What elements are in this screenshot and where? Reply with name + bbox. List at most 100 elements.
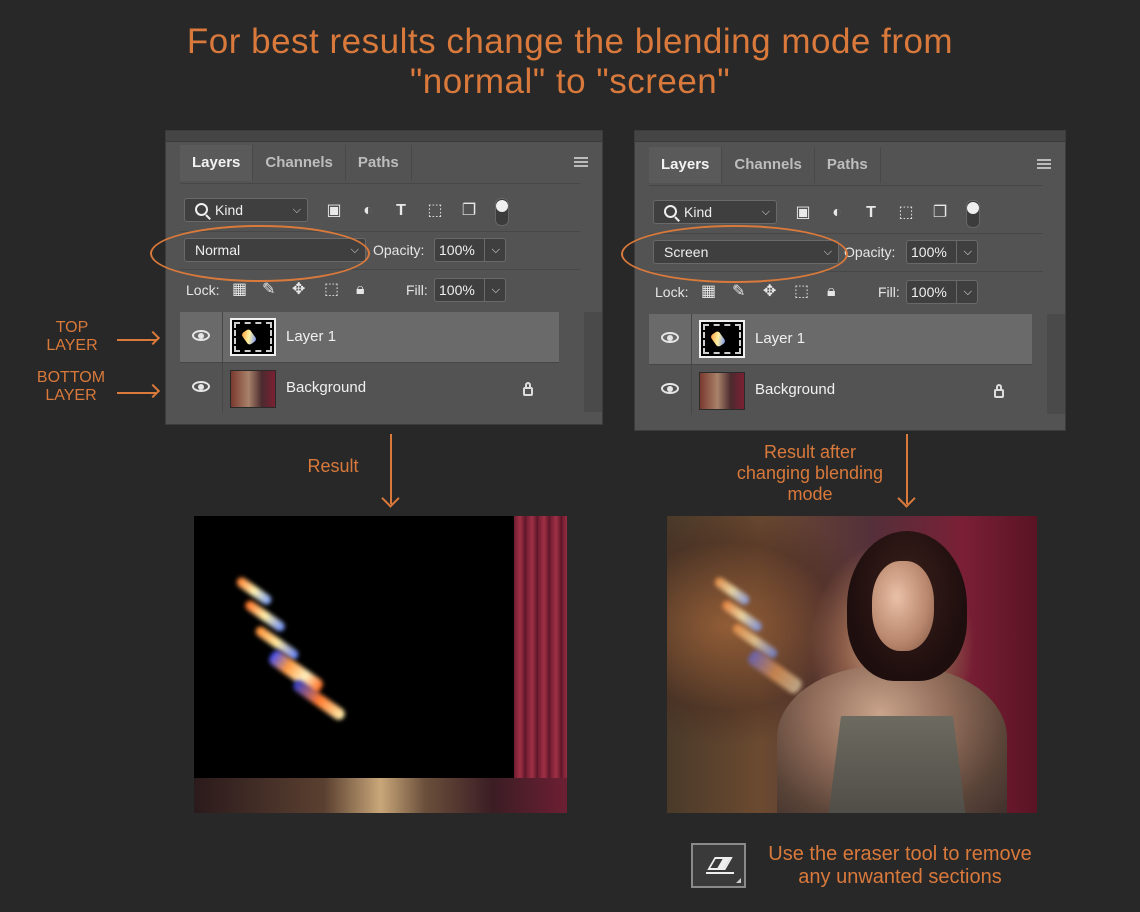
lock-all-icon[interactable]: 🔒︎ bbox=[356, 278, 365, 302]
bottom-layer-label: BOTTOM LAYER bbox=[28, 369, 114, 405]
portrait-face bbox=[872, 561, 934, 651]
lock-icon bbox=[523, 382, 533, 396]
shape-filter-icon[interactable]: ⬚ bbox=[897, 204, 915, 222]
panel-top-strip bbox=[166, 131, 602, 142]
result-image-screen bbox=[667, 516, 1037, 813]
chevron-down-icon: ⌵ bbox=[491, 244, 500, 256]
smart-object-filter-icon[interactable]: ❐ bbox=[460, 202, 478, 220]
layer-row-background[interactable]: Background bbox=[180, 362, 559, 413]
chevron-down-icon: ⌵ bbox=[963, 286, 972, 298]
filter-kind-label: Kind bbox=[215, 202, 244, 218]
tab-channels[interactable]: Channels bbox=[722, 147, 815, 183]
adjustment-filter-icon[interactable]: ◐ bbox=[359, 202, 377, 220]
fill-value: 100% bbox=[439, 282, 475, 298]
filter-kind-dropdown[interactable]: Kind ⌵ bbox=[653, 200, 777, 224]
layer-name: Background bbox=[755, 381, 836, 398]
panel-tabs: Layers Channels Paths bbox=[649, 147, 881, 183]
divider bbox=[691, 314, 692, 364]
fill-label: Fill: bbox=[878, 284, 900, 300]
divider bbox=[956, 241, 957, 263]
opacity-field[interactable]: 100% ⌵ bbox=[434, 238, 506, 262]
lock-artboard-icon[interactable]: ⬚ bbox=[794, 280, 809, 304]
result-image-normal bbox=[194, 516, 567, 813]
background-strip bbox=[194, 778, 567, 813]
background-curtain bbox=[514, 516, 567, 778]
divider bbox=[484, 239, 485, 261]
eye-icon[interactable] bbox=[192, 381, 210, 392]
lock-label: Lock: bbox=[186, 282, 220, 298]
lock-transparency-icon[interactable]: ▦ bbox=[701, 280, 716, 304]
eraser-note-line-1: Use the eraser tool to remove bbox=[768, 843, 1032, 865]
lock-position-icon[interactable]: ✥ bbox=[292, 278, 305, 302]
lock-icon bbox=[994, 384, 1004, 398]
bottom-layer-label-line-1: BOTTOM bbox=[36, 369, 106, 386]
image-filter-icon[interactable]: ▣ bbox=[325, 202, 343, 220]
arrow-down-icon bbox=[390, 434, 392, 504]
opacity-label: Opacity: bbox=[373, 242, 425, 258]
scrollbar[interactable] bbox=[584, 312, 602, 412]
lock-all-icon[interactable]: 🔒︎ bbox=[827, 280, 836, 304]
opacity-field[interactable]: 100% ⌵ bbox=[906, 240, 978, 264]
arrow-right-icon bbox=[117, 339, 157, 341]
tab-paths[interactable]: Paths bbox=[815, 147, 881, 183]
type-filter-icon[interactable]: T bbox=[392, 202, 410, 220]
lock-position-icon[interactable]: ✥ bbox=[763, 280, 776, 304]
tab-paths[interactable]: Paths bbox=[346, 145, 412, 181]
arrow-down-icon bbox=[906, 434, 908, 504]
result-after-caption-line-2: changing blending bbox=[736, 463, 884, 483]
divider bbox=[691, 365, 692, 415]
opacity-value: 100% bbox=[439, 242, 475, 258]
fill-field[interactable]: 100% ⌵ bbox=[906, 280, 978, 304]
layer-row-layer-1[interactable]: Layer 1 bbox=[649, 314, 1032, 364]
adjustment-filter-icon[interactable]: ◐ bbox=[828, 204, 846, 222]
layer-name: Layer 1 bbox=[755, 330, 806, 347]
divider bbox=[649, 185, 1043, 186]
eye-icon[interactable] bbox=[192, 330, 210, 341]
layer-thumbnail bbox=[230, 318, 276, 356]
layer-row-layer-1[interactable]: Layer 1 bbox=[180, 312, 559, 362]
eraser-tool-button[interactable] bbox=[691, 843, 746, 888]
layer-name: Background bbox=[286, 379, 367, 396]
tab-layers[interactable]: Layers bbox=[649, 147, 723, 183]
layer-row-background[interactable]: Background bbox=[649, 364, 1032, 415]
result-caption: Result bbox=[307, 456, 359, 476]
panel-menu-icon[interactable] bbox=[1037, 159, 1051, 169]
divider bbox=[180, 183, 580, 184]
image-filter-icon[interactable]: ▣ bbox=[794, 204, 812, 222]
bottom-layer-label-line-2: LAYER bbox=[45, 387, 97, 404]
eye-icon[interactable] bbox=[661, 332, 679, 343]
result-after-caption-line-3: mode bbox=[787, 484, 833, 504]
type-filter-icon[interactable]: T bbox=[862, 204, 880, 222]
divider bbox=[222, 312, 223, 362]
top-layer-label-line-2: LAYER bbox=[46, 337, 98, 354]
smart-object-filter-icon[interactable]: ❐ bbox=[931, 204, 949, 222]
lock-artboard-icon[interactable]: ⬚ bbox=[324, 278, 339, 302]
filter-kind-label: Kind bbox=[684, 204, 713, 220]
fill-field[interactable]: 100% ⌵ bbox=[434, 278, 506, 302]
chevron-down-icon: ⌵ bbox=[292, 204, 301, 216]
top-layer-label: TOP LAYER bbox=[32, 319, 112, 355]
filter-toggle[interactable] bbox=[966, 200, 980, 228]
fill-label: Fill: bbox=[406, 282, 428, 298]
top-layer-label-line-1: TOP bbox=[55, 319, 89, 336]
panel-tabs: Layers Channels Paths bbox=[180, 145, 412, 181]
chevron-down-icon: ⌵ bbox=[491, 284, 500, 296]
filter-kind-dropdown[interactable]: Kind ⌵ bbox=[184, 198, 308, 222]
result-after-caption: Result after changing blending mode bbox=[715, 442, 905, 505]
eye-icon[interactable] bbox=[661, 383, 679, 394]
lock-label: Lock: bbox=[655, 284, 689, 300]
light-leak-layer bbox=[194, 516, 514, 778]
shape-filter-icon[interactable]: ⬚ bbox=[426, 202, 444, 220]
lock-paint-icon[interactable]: ✎ bbox=[732, 280, 745, 304]
search-icon bbox=[195, 203, 208, 216]
divider bbox=[222, 363, 223, 413]
filter-toggle[interactable] bbox=[495, 198, 509, 226]
scrollbar[interactable] bbox=[1047, 314, 1065, 414]
panel-menu-icon[interactable] bbox=[574, 157, 588, 167]
chevron-down-icon: ⌵ bbox=[963, 246, 972, 258]
result-after-caption-line-1: Result after bbox=[763, 442, 857, 462]
layer-thumbnail bbox=[699, 320, 745, 358]
tab-layers[interactable]: Layers bbox=[180, 145, 254, 181]
light-streak bbox=[712, 575, 752, 607]
tab-channels[interactable]: Channels bbox=[253, 145, 346, 181]
